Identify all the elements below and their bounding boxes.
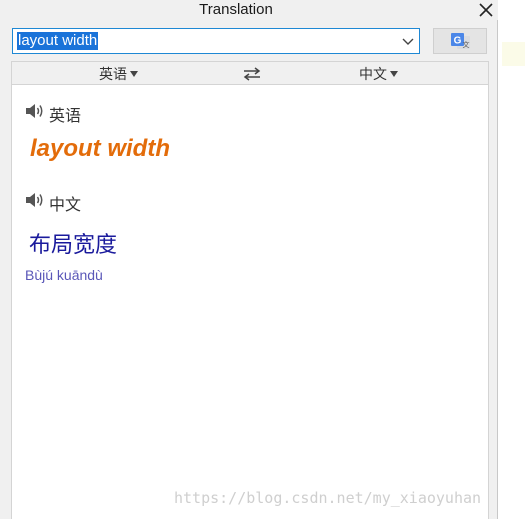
source-text: layout width: [30, 135, 170, 162]
search-box[interactable]: layout width: [12, 28, 420, 54]
target-result-language: 中文: [49, 197, 82, 214]
background-area: [498, 0, 525, 519]
dropdown-triangle-icon: [130, 71, 138, 77]
play-source-button[interactable]: [25, 102, 45, 120]
speaker-icon: [26, 193, 43, 207]
swap-arrows-icon: [243, 67, 261, 81]
pinyin-text: Bùjú kuāndù: [25, 267, 103, 283]
history-dropdown-button[interactable]: [401, 35, 415, 47]
search-input[interactable]: layout width: [17, 32, 99, 50]
watermark: https://blog.csdn.net/my_xiaoyuhan: [174, 489, 482, 507]
close-button[interactable]: [474, 0, 498, 20]
background-highlight: [502, 42, 525, 66]
source-language-select[interactable]: 英语: [99, 65, 138, 83]
target-language-select[interactable]: 中文: [359, 65, 398, 83]
title-bar: Translation: [0, 0, 498, 20]
target-language-label: 中文: [359, 66, 387, 82]
source-result-language: 英语: [49, 108, 82, 125]
google-translate-icon: G 文: [451, 33, 470, 49]
chevron-down-icon: [402, 38, 414, 45]
window-title: Translation: [199, 1, 273, 18]
svg-text:文: 文: [463, 40, 470, 49]
source-language-label: 英语: [99, 66, 127, 82]
svg-text:G: G: [454, 36, 462, 47]
speaker-icon: [26, 104, 43, 118]
language-bar: 英语 中文: [11, 61, 489, 85]
dropdown-triangle-icon: [390, 71, 398, 77]
close-icon: [479, 3, 493, 17]
translated-text: 布局宽度: [29, 232, 118, 257]
translation-result-panel: 英语 layout width 中文 布局宽度 Bùjú kuāndù: [11, 85, 489, 519]
swap-languages-button[interactable]: [241, 66, 263, 82]
translation-window: Translation layout width G 文 英语 中文 英语 la…: [0, 0, 498, 519]
translate-button[interactable]: G 文: [433, 28, 487, 54]
play-target-button[interactable]: [25, 191, 45, 209]
